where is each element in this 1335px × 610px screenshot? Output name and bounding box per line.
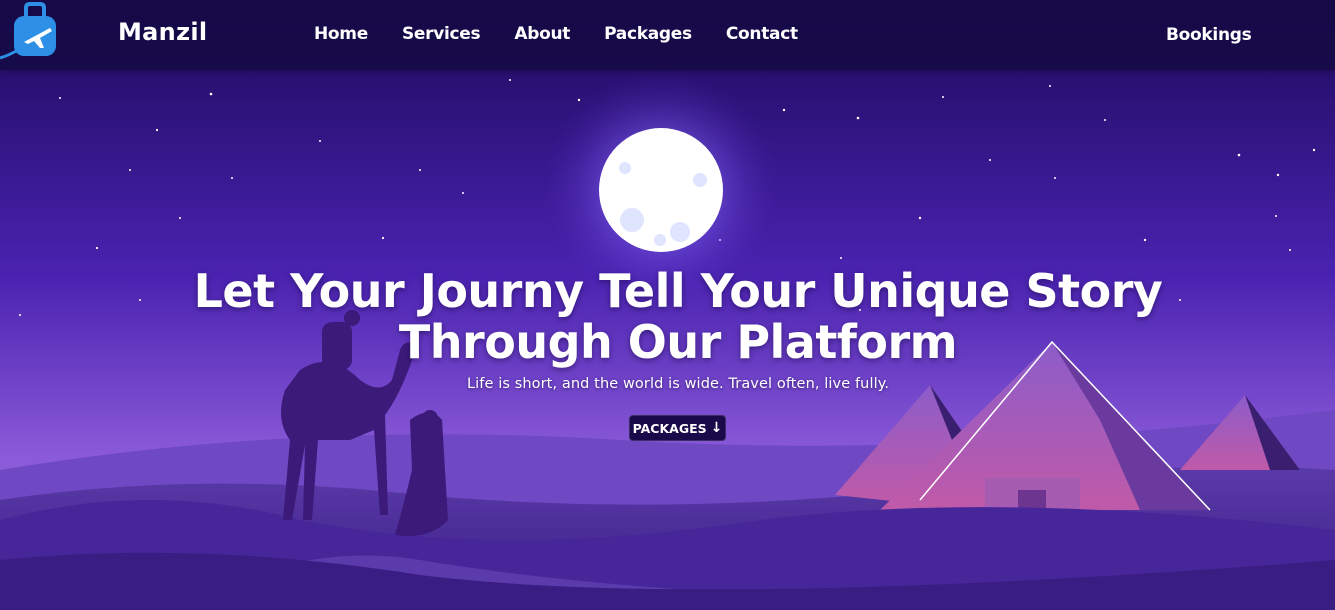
nav-item-about[interactable]: About — [514, 24, 570, 44]
nav-item-bookings[interactable]: Bookings — [1166, 25, 1252, 45]
nav-item-contact[interactable]: Contact — [726, 24, 798, 44]
hero-title-line2: Through Our Platform — [398, 315, 958, 369]
arrow-down-icon: ↓ — [710, 420, 723, 436]
packages-button-label: PACKAGES — [632, 420, 707, 436]
hero-subtitle: Life is short, and the world is wide. Tr… — [466, 376, 890, 392]
brand-name[interactable]: Manzil — [118, 18, 207, 46]
suitcase-plane-icon[interactable] — [0, 2, 60, 60]
moon — [599, 128, 723, 252]
hero-title: Let Your Journy Tell Your Unique Story T… — [0, 266, 1335, 368]
nav-item-home[interactable]: Home — [314, 24, 368, 44]
top-navbar: Manzil Home Services About Packages Cont… — [0, 0, 1335, 70]
nav-item-services[interactable]: Services — [402, 24, 481, 44]
main-nav: Home Services About Packages Contact — [314, 24, 832, 44]
packages-button[interactable]: PACKAGES ↓ — [629, 415, 726, 441]
nav-item-packages[interactable]: Packages — [604, 24, 692, 44]
hero-title-line1: Let Your Journy Tell Your Unique Story — [193, 264, 1163, 318]
